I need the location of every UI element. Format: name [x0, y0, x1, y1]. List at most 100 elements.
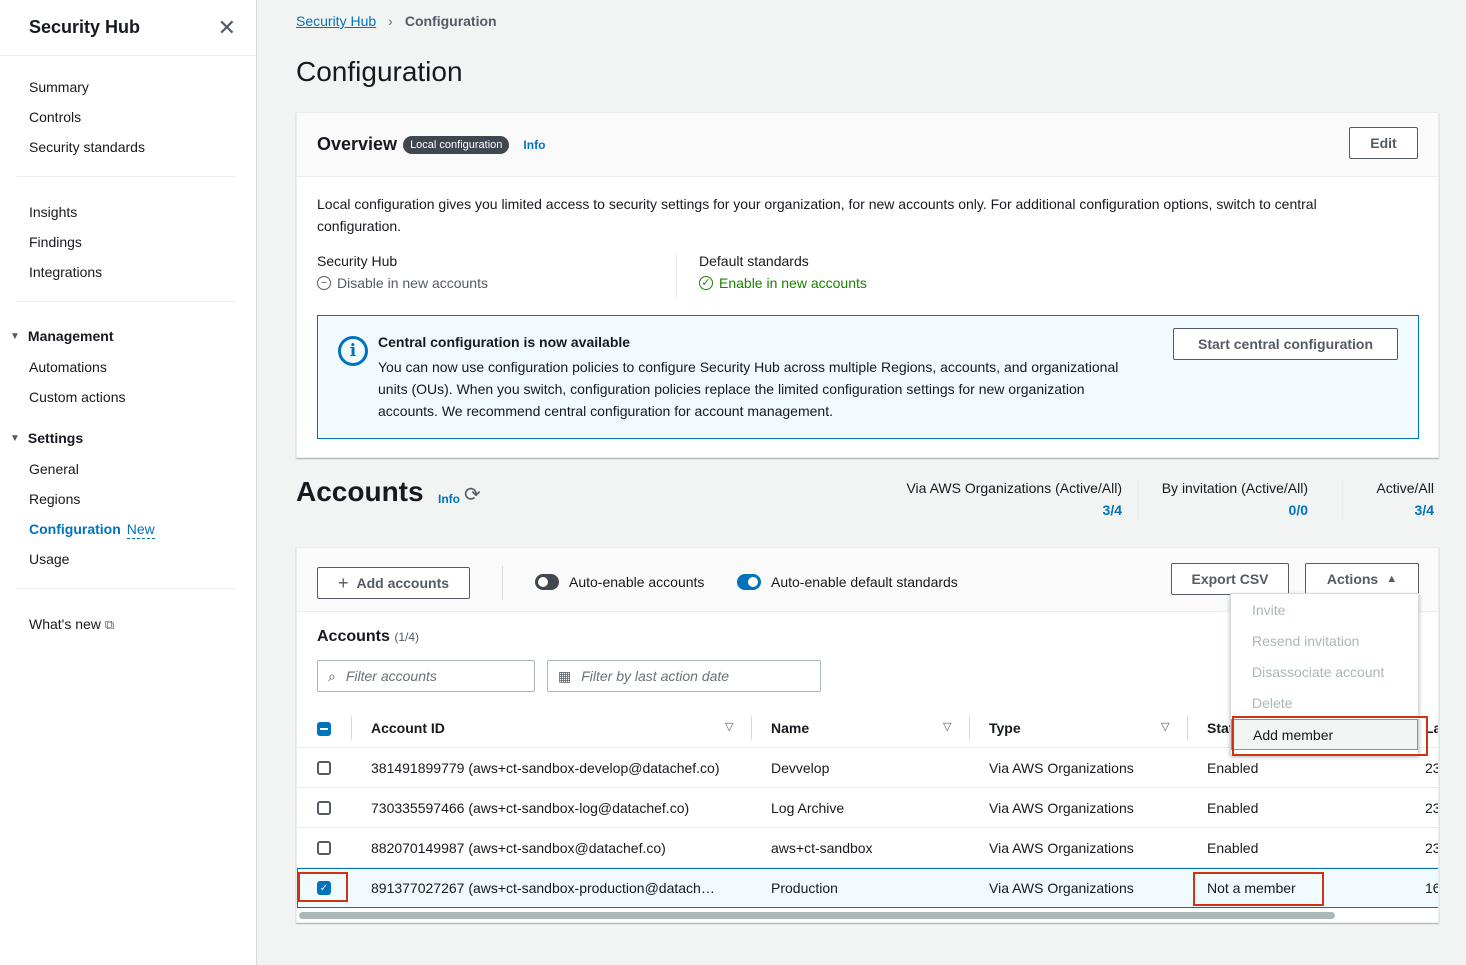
select-all-checkbox[interactable] — [317, 722, 331, 736]
toggle-switch-on[interactable] — [737, 574, 761, 590]
stat-value[interactable]: 3/4 — [906, 502, 1122, 518]
auto-enable-standards-toggle[interactable]: Auto-enable default standards — [737, 574, 958, 590]
security-hub-setting: Security Hub − Disable in new accounts — [317, 253, 677, 299]
last-action-cell: 23 — [1425, 800, 1438, 816]
table-row[interactable]: 882070149987 (aws+ct-sandbox@datachef.co… — [297, 828, 1438, 868]
sidebar-item-security-standards[interactable]: Security standards — [29, 132, 256, 162]
column-header-type[interactable]: Type — [989, 720, 1021, 736]
column-header-account-id[interactable]: Account ID — [371, 720, 445, 736]
sidebar-item-findings[interactable]: Findings — [29, 227, 256, 257]
row-checkbox[interactable] — [317, 801, 331, 815]
toggle-label: Auto-enable accounts — [569, 574, 705, 590]
start-central-configuration-button[interactable]: Start central configuration — [1173, 328, 1398, 360]
page-title: Configuration — [296, 56, 463, 87]
toggle-label: Auto-enable default standards — [771, 574, 958, 590]
name-cell: aws+ct-sandbox — [771, 840, 873, 856]
highlight-box — [1193, 872, 1324, 906]
sidebar-item-label: Configuration — [29, 521, 121, 537]
add-accounts-button[interactable]: + Add accounts — [317, 567, 470, 599]
stat-active-all: Active/All 3/4 — [1376, 480, 1434, 518]
close-icon[interactable]: ✕ — [218, 16, 236, 39]
sidebar-item-general[interactable]: General — [29, 454, 256, 484]
highlight-box — [1232, 716, 1428, 756]
sort-icon[interactable]: ▽ — [1161, 720, 1169, 733]
overview-header: Overview Local configuration Info Edit — [297, 113, 1438, 177]
sidebar-item-insights[interactable]: Insights — [29, 197, 256, 227]
breadcrumb-link-security-hub[interactable]: Security Hub — [296, 13, 376, 29]
divider — [1342, 480, 1343, 522]
list-title: Accounts — [317, 628, 390, 645]
type-cell: Via AWS Organizations — [989, 800, 1134, 816]
stat-value[interactable]: 3/4 — [1376, 502, 1434, 518]
table-row[interactable]: 730335597466 (aws+ct-sandbox-log@datache… — [297, 788, 1438, 828]
alert-title: Central configuration is now available — [378, 334, 631, 350]
central-config-alert: i Central configuration is now available… — [317, 315, 1419, 439]
sidebar-item-integrations[interactable]: Integrations — [29, 257, 256, 287]
last-action-cell: 16 — [1425, 880, 1438, 896]
auto-enable-accounts-toggle[interactable]: Auto-enable accounts — [535, 574, 704, 590]
account-id-cell: 730335597466 (aws+ct-sandbox-log@datache… — [371, 800, 690, 816]
sidebar-item-usage[interactable]: Usage — [29, 544, 256, 574]
calendar-icon: ▦ — [558, 667, 572, 684]
menu-item-delete[interactable]: Delete — [1231, 688, 1418, 719]
menu-item-resend-invitation[interactable]: Resend invitation — [1231, 626, 1418, 657]
type-cell: Via AWS Organizations — [989, 880, 1134, 896]
menu-item-invite[interactable]: Invite — [1231, 595, 1418, 626]
actions-button[interactable]: Actions ▲ — [1305, 563, 1419, 595]
sidebar-item-regions[interactable]: Regions — [29, 484, 256, 514]
edit-button[interactable]: Edit — [1349, 127, 1418, 159]
caret-up-icon: ▲ — [1386, 573, 1398, 585]
row-checkbox[interactable] — [317, 841, 331, 855]
name-cell: Devvelop — [771, 760, 830, 776]
divider — [502, 566, 503, 600]
filter-date-input[interactable]: ▦ Filter by last action date — [547, 660, 821, 692]
divider — [1138, 480, 1139, 522]
info-link[interactable]: Info — [438, 492, 460, 506]
list-count: (1/4) — [394, 630, 420, 644]
filter-accounts-input[interactable]: ⌕ Filter accounts — [317, 660, 535, 692]
sidebar-section-management[interactable]: ▼ Management — [0, 320, 256, 352]
stat-value[interactable]: 0/0 — [1162, 502, 1308, 518]
default-standards-setting: Default standards ✓ Enable in new account… — [699, 253, 867, 291]
row-checkbox[interactable] — [317, 761, 331, 775]
sidebar-item-configuration[interactable]: Configuration New — [29, 514, 256, 544]
sidebar-item-summary[interactable]: Summary — [29, 72, 256, 102]
filter-placeholder: Filter accounts — [345, 668, 437, 684]
sidebar-item-whats-new[interactable]: What's new ⧉ — [29, 609, 256, 639]
sidebar-item-controls[interactable]: Controls — [29, 102, 256, 132]
stat-via-organizations: Via AWS Organizations (Active/All) 3/4 — [906, 480, 1122, 518]
status-cell: Enabled — [1207, 840, 1259, 856]
check-circle-icon: ✓ — [699, 276, 713, 290]
overview-panel: Overview Local configuration Info Edit L… — [296, 112, 1439, 458]
status-cell: Enabled — [1207, 800, 1259, 816]
default-standards-value: Enable in new accounts — [719, 275, 867, 291]
overview-title: Overview — [317, 134, 398, 154]
refresh-icon[interactable]: ⟳ — [464, 482, 481, 507]
sort-icon[interactable]: ▽ — [943, 720, 951, 733]
export-csv-button[interactable]: Export CSV — [1171, 563, 1289, 595]
caret-down-icon: ▼ — [10, 330, 20, 342]
sort-icon[interactable]: ▽ — [725, 720, 733, 733]
main-content: Security Hub › Configuration Configurati… — [258, 0, 1466, 965]
account-id-cell: 882070149987 (aws+ct-sandbox@datachef.co… — [371, 840, 666, 856]
column-header-name[interactable]: Name — [771, 720, 809, 736]
menu-item-disassociate-account[interactable]: Disassociate account — [1231, 657, 1418, 688]
divider — [351, 716, 352, 740]
type-cell: Via AWS Organizations — [989, 840, 1134, 856]
toggle-switch-off[interactable] — [535, 574, 559, 590]
stat-label: Active/All — [1376, 480, 1434, 496]
highlight-box — [298, 872, 348, 902]
sidebar-item-custom-actions[interactable]: Custom actions — [29, 382, 256, 412]
sidebar-item-label: What's new — [29, 616, 101, 632]
info-link[interactable]: Info — [523, 138, 545, 152]
plus-icon: + — [337, 572, 349, 593]
local-configuration-badge: Local configuration — [403, 135, 510, 154]
caret-down-icon: ▼ — [10, 432, 20, 444]
divider — [751, 716, 752, 740]
horizontal-scrollbar[interactable] — [299, 912, 1335, 919]
last-action-cell: 23 — [1425, 760, 1438, 776]
security-hub-label: Security Hub — [317, 253, 398, 269]
sidebar-section-settings[interactable]: ▼ Settings — [0, 422, 256, 454]
sidebar-item-automations[interactable]: Automations — [29, 352, 256, 382]
breadcrumb: Security Hub › Configuration — [296, 13, 497, 29]
